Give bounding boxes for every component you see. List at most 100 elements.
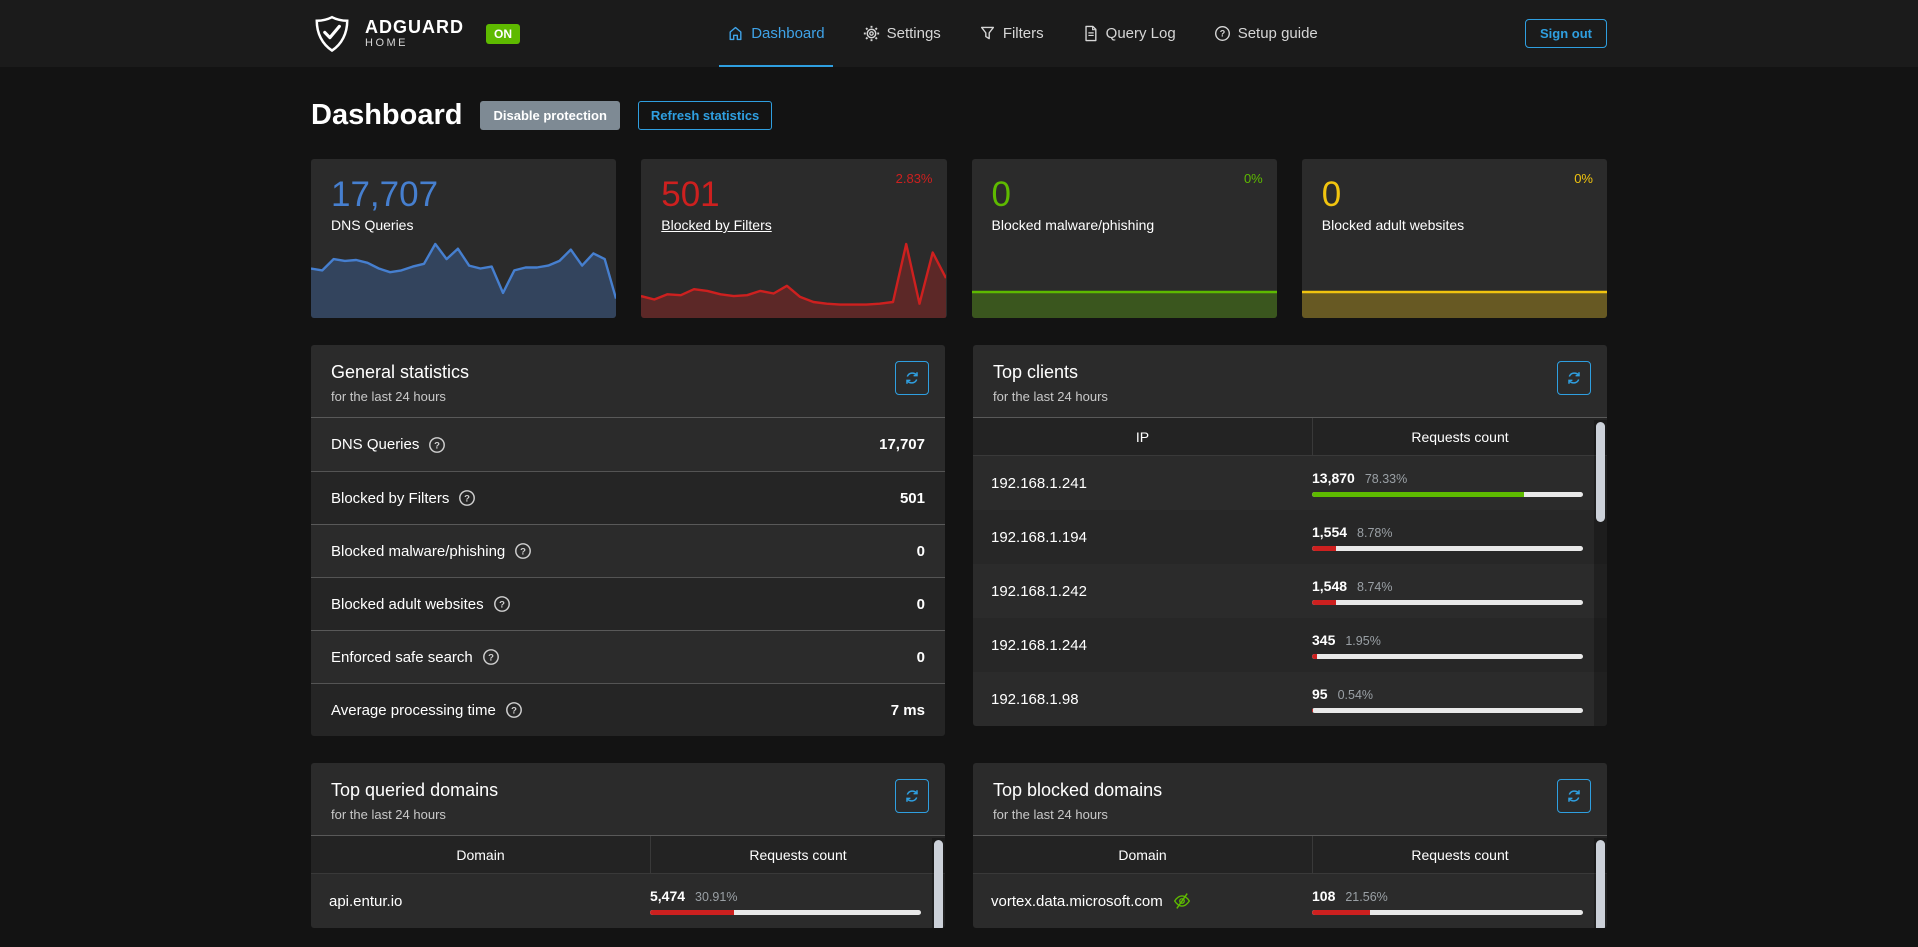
nav-item-label: Setup guide xyxy=(1238,25,1318,42)
stat-row-blocked-malware-phishing: Blocked malware/phishing?0 xyxy=(311,524,945,577)
sparkline-chart xyxy=(972,240,1277,318)
stat-card-label[interactable]: Blocked by Filters xyxy=(661,217,946,233)
requests-count: 95 xyxy=(1312,686,1328,702)
nav-item-settings[interactable]: Settings xyxy=(861,0,943,67)
help-icon[interactable]: ? xyxy=(482,648,500,666)
disable-protection-button[interactable]: Disable protection xyxy=(480,101,619,130)
general-statistics-panel: General statistics for the last 24 hours… xyxy=(311,345,945,736)
column-header-domain: Domain xyxy=(311,847,650,863)
row-name: 192.168.1.194 xyxy=(991,529,1087,546)
row-name: api.entur.io xyxy=(329,893,402,910)
column-header-ip: IP xyxy=(973,429,1312,445)
refresh-icon xyxy=(1566,370,1582,386)
panel-subtitle: for the last 24 hours xyxy=(331,807,925,822)
nav-item-setup-guide[interactable]: ?Setup guide xyxy=(1212,0,1320,67)
svg-text:?: ? xyxy=(434,440,440,451)
stat-row-blocked-adult-websites: Blocked adult websites?0 xyxy=(311,577,945,630)
panel-scrollbar xyxy=(1594,838,1607,928)
stat-row-blocked-by-filters: Blocked by Filters?501 xyxy=(311,471,945,524)
document-icon xyxy=(1082,25,1099,42)
progress-bar xyxy=(1312,546,1583,551)
nav-item-label: Filters xyxy=(1003,25,1044,42)
scrollbar-thumb[interactable] xyxy=(934,840,943,928)
stat-card-dns-queries: 17,707 DNS Queries xyxy=(311,159,616,318)
top-queried-domains-panel: Top queried domains for the last 24 hour… xyxy=(311,763,945,928)
help-icon[interactable]: ? xyxy=(428,436,446,454)
home-icon xyxy=(727,25,744,42)
row-name: 192.168.1.98 xyxy=(991,691,1079,708)
requests-count: 5,474 xyxy=(650,888,685,904)
stat-card-value: 17,707 xyxy=(331,175,616,215)
help-circle-icon: ? xyxy=(458,489,476,507)
stat-row-dns-queries: DNS Queries?17,707 xyxy=(311,418,945,471)
logo-subtitle: HOME xyxy=(365,37,464,49)
sign-out-button[interactable]: Sign out xyxy=(1525,19,1607,48)
nav-item-label: Settings xyxy=(887,25,941,42)
scrollbar-thumb[interactable] xyxy=(1596,840,1605,928)
refresh-panel-button[interactable] xyxy=(1557,779,1591,813)
refresh-statistics-button[interactable]: Refresh statistics xyxy=(638,101,772,130)
nav-item-dashboard[interactable]: Dashboard xyxy=(725,0,826,67)
refresh-panel-button[interactable] xyxy=(895,361,929,395)
table-row: 192.168.1.241 13,870 78.33% xyxy=(973,456,1607,510)
top-clients-panel: Top clients for the last 24 hours IP Req… xyxy=(973,345,1607,726)
refresh-panel-button[interactable] xyxy=(895,779,929,813)
stat-row-enforced-safe-search: Enforced safe search?0 xyxy=(311,630,945,683)
table-column-header: Domain Requests count xyxy=(973,836,1607,874)
refresh-icon xyxy=(904,788,920,804)
stat-card-label: Blocked adult websites xyxy=(1322,217,1607,233)
panel-subtitle: for the last 24 hours xyxy=(331,389,925,404)
stat-card-blocked-by-filters: 2.83%501Blocked by Filters xyxy=(641,159,946,318)
panel-title: Top blocked domains xyxy=(993,780,1587,801)
logo-title: ADGUARD xyxy=(365,18,464,38)
panel-title: Top clients xyxy=(993,362,1587,383)
nav-item-filters[interactable]: Filters xyxy=(977,0,1046,67)
requests-count: 13,870 xyxy=(1312,470,1355,486)
table-row: 192.168.1.2443451.95% xyxy=(973,618,1607,672)
requests-percent: 78.33% xyxy=(1365,472,1407,486)
stat-row-value: 17,707 xyxy=(879,436,925,453)
requests-percent: 8.78% xyxy=(1357,526,1392,540)
table-row: 192.168.1.1941,5548.78% xyxy=(973,510,1607,564)
gear-icon xyxy=(863,25,880,42)
unblock-domain-button[interactable] xyxy=(1173,892,1192,910)
stat-row-label: Blocked by Filters xyxy=(331,490,449,507)
column-header-requests: Requests count xyxy=(650,836,945,873)
row-name: vortex.data.microsoft.com xyxy=(991,893,1163,910)
help-icon[interactable]: ? xyxy=(493,595,511,613)
top-blocked-domains-table: vortex.data.microsoft.com10821.56% xyxy=(973,874,1607,928)
row-name: 192.168.1.241 xyxy=(991,475,1087,492)
help-icon[interactable]: ? xyxy=(458,489,476,507)
stat-row-label: Average processing time xyxy=(331,702,496,719)
panel-scrollbar xyxy=(932,838,945,928)
table-column-header: IP Requests count xyxy=(973,418,1607,456)
row-name: 192.168.1.244 xyxy=(991,637,1087,654)
scrollbar-thumb[interactable] xyxy=(1596,422,1605,522)
help-icon[interactable]: ? xyxy=(505,701,523,719)
panel-title: General statistics xyxy=(331,362,925,383)
stat-card-label: DNS Queries xyxy=(331,217,616,233)
panel-scrollbar xyxy=(1594,420,1607,726)
requests-percent: 30.91% xyxy=(695,890,737,904)
top-nav: ADGUARD HOME ON Dashboard Settings Filters… xyxy=(0,0,1918,67)
adguard-logo[interactable]: ADGUARD HOME ON xyxy=(311,12,520,56)
table-row: 192.168.1.242 1,548 8.74% xyxy=(973,564,1607,618)
nav-item-query-log[interactable]: Query Log xyxy=(1080,0,1178,67)
stat-card-value: 0 xyxy=(1322,175,1607,215)
stat-cards-row: 17,707 DNS Queries 2.83%501Blocked by Filt… xyxy=(311,159,1607,318)
help-icon[interactable]: ? xyxy=(514,542,532,560)
nav-menu: Dashboard Settings Filters Query Log ?Setup … xyxy=(725,0,1320,67)
table-row: api.entur.io 5,474 30.91% xyxy=(311,874,945,928)
stat-card-label: Blocked malware/phishing xyxy=(992,217,1277,233)
protection-status-badge: ON xyxy=(486,24,520,44)
row-name: 192.168.1.242 xyxy=(991,583,1087,600)
top-clients-table: 192.168.1.24113,87078.33%192.168.1.1941,… xyxy=(973,456,1607,726)
stat-card-value: 0 xyxy=(992,175,1277,215)
requests-percent: 8.74% xyxy=(1357,580,1392,594)
requests-count: 1,548 xyxy=(1312,578,1347,594)
sparkline-chart xyxy=(1302,240,1607,318)
eye-slash-icon xyxy=(1173,892,1191,910)
refresh-panel-button[interactable] xyxy=(1557,361,1591,395)
column-header-domain: Domain xyxy=(973,847,1312,863)
panel-subtitle: for the last 24 hours xyxy=(993,389,1587,404)
